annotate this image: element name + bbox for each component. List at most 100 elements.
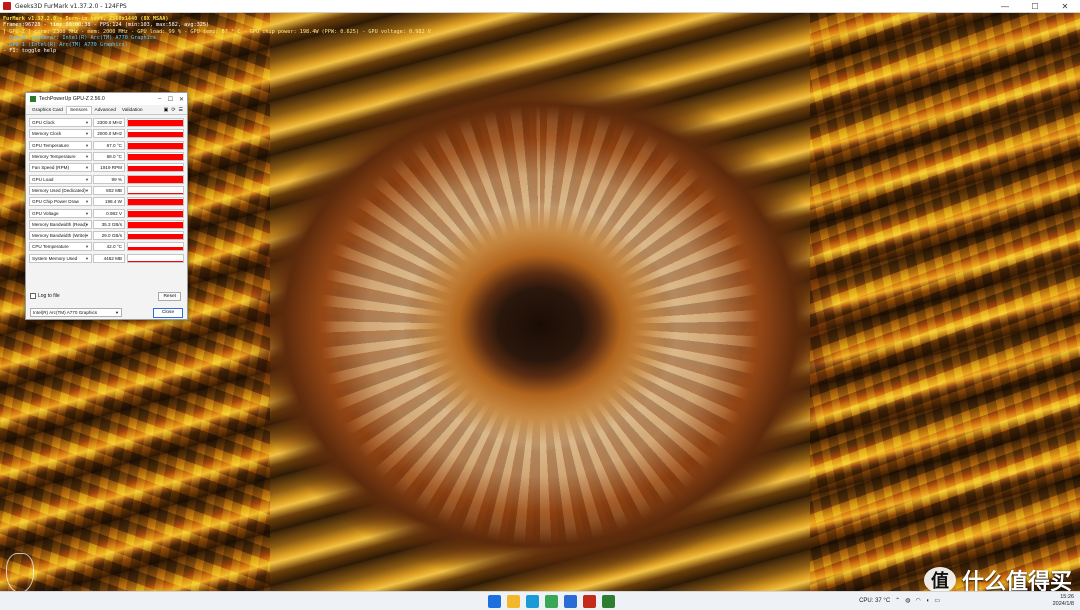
sensor-row: GPU Chip Power Draw ▼ 198.4 W [29, 196, 184, 207]
adapter-select[interactable]: Intel(R) Arc(TM) A770 Graphics ▼ [30, 308, 122, 317]
store-icon[interactable] [564, 595, 577, 608]
reset-button[interactable]: Reset [158, 291, 181, 301]
gpuz-title: TechPowerUp GPU-Z 2.56.0 [39, 96, 105, 102]
sensor-name-label: CPU Temperature [32, 244, 69, 250]
sensor-name-label: System Memory Used [32, 255, 78, 261]
sensor-graph [127, 152, 184, 162]
refresh-icon[interactable]: ⟳ [171, 107, 175, 113]
chrome-icon[interactable] [545, 595, 558, 608]
sensor-value: 2000.0 MHz [93, 129, 125, 139]
tab-sensors[interactable]: Sensors [65, 106, 92, 114]
sensor-row: GPU Temperature ▼ 67.0 °C [29, 140, 184, 151]
sensor-graph-fill [128, 119, 183, 127]
sensor-name[interactable]: Memory Used (Dedicated) ▼ [29, 185, 92, 195]
sensor-graph [127, 219, 184, 229]
chevron-down-icon: ▼ [85, 233, 89, 239]
sensor-name[interactable]: Memory Bandwidth (Write) ▼ [29, 231, 92, 241]
tab-advanced[interactable]: Advanced [92, 107, 119, 114]
sensor-graph [127, 118, 184, 128]
chevron-down-icon: ▼ [85, 244, 89, 250]
sensor-graph-fill [128, 176, 183, 183]
sensor-name[interactable]: Memory Clock ▼ [29, 129, 92, 139]
edge-icon[interactable] [526, 595, 539, 608]
sensor-graph [127, 231, 184, 241]
chevron-down-icon: ▼ [85, 165, 89, 171]
sensor-name[interactable]: System Memory Used ▼ [29, 253, 92, 263]
sensor-value: 68.0 °C [93, 152, 125, 162]
sensor-graph [127, 140, 184, 150]
sensor-name[interactable]: Fan Speed (RPM) ▼ [29, 163, 92, 173]
gpuz-app-icon [30, 96, 36, 102]
gpuz-close-button[interactable]: ✕ [176, 96, 187, 103]
sensor-graph [127, 174, 184, 184]
gpuz-tabs: Graphics Card Sensors Advanced Validatio… [26, 105, 187, 115]
sensor-row: GPU Clock ▼ 2300.0 MHz [29, 117, 184, 128]
iris-texture [240, 25, 840, 591]
sensor-row: Memory Clock ▼ 2000.0 MHz [29, 128, 184, 139]
sensor-name[interactable]: CPU Temperature ▼ [29, 242, 92, 252]
clock[interactable]: 15:26 2024/1/8 [1053, 594, 1074, 608]
wifi-icon[interactable]: ◠ [915, 597, 920, 604]
sensor-name[interactable]: Memory Bandwidth (Read) ▼ [29, 219, 92, 229]
close-button[interactable]: ✕ [1050, 2, 1080, 11]
chevron-down-icon: ▼ [85, 131, 89, 137]
window-title: Geeks3D FurMark v1.37.2.0 - 124FPS [15, 2, 127, 10]
sensor-graph [127, 208, 184, 218]
tab-graphics-card[interactable]: Graphics Card [29, 107, 66, 114]
gpuz-minimize-button[interactable]: – [154, 96, 165, 102]
sensor-graph-fill [128, 211, 183, 217]
sensor-name[interactable]: GPU Load ▼ [29, 174, 92, 184]
sensor-graph [127, 185, 184, 195]
sensor-graph-fill [128, 233, 183, 240]
gpuz-bottom-bar: Intel(R) Arc(TM) A770 Graphics ▼ Close [30, 308, 183, 318]
tab-validation[interactable]: Validation [119, 107, 146, 114]
sensor-graph [127, 253, 184, 263]
sensor-graph [127, 197, 184, 207]
sensor-graph-fill [128, 154, 183, 161]
battery-icon[interactable]: ▭ [934, 597, 940, 604]
sensor-row: System Memory Used ▼ 4462 MB [29, 253, 184, 264]
gpuz-maximize-button[interactable]: ☐ [165, 96, 176, 103]
sensor-name[interactable]: GPU Chip Power Draw ▼ [29, 197, 92, 207]
sensor-name-label: Memory Bandwidth (Write) [32, 233, 87, 239]
minimize-button[interactable]: — [990, 2, 1020, 11]
file-explorer-icon[interactable] [507, 595, 520, 608]
chevron-down-icon: ▼ [85, 221, 89, 227]
start-icon[interactable] [488, 595, 501, 608]
sensor-value: 2300.0 MHz [93, 118, 125, 128]
furmark-app-icon [3, 2, 11, 10]
sensor-name[interactable]: GPU Temperature ▼ [29, 140, 92, 150]
chevron-down-icon: ▼ [85, 154, 89, 160]
sensor-name[interactable]: Memory Temperature ▼ [29, 152, 92, 162]
log-to-file-checkbox[interactable] [30, 293, 36, 299]
sensor-graph-fill [128, 199, 183, 206]
sensor-name[interactable]: GPU Voltage ▼ [29, 208, 92, 218]
sensor-value: 4462 MB [93, 253, 125, 263]
sensor-row: Memory Temperature ▼ 68.0 °C [29, 151, 184, 162]
camera-icon[interactable]: ▣ [164, 107, 169, 113]
gpuz-close-dialog-button[interactable]: Close [153, 308, 183, 318]
menu-icon[interactable]: ☰ [179, 107, 183, 113]
sensor-name[interactable]: GPU Clock ▼ [29, 118, 92, 128]
sensor-row: CPU Temperature ▼ 42.0 °C [29, 241, 184, 252]
furmark-titlebar: Geeks3D FurMark v1.37.2.0 - 124FPS — ☐ ✕ [0, 0, 1080, 13]
chevron-down-icon: ▼ [85, 142, 89, 148]
adapter-select-value: Intel(R) Arc(TM) A770 Graphics [33, 310, 98, 315]
volume-icon[interactable]: ◖ [926, 598, 930, 604]
clock-date: 2024/1/8 [1052, 601, 1074, 607]
chevron-down-icon: ▼ [85, 255, 89, 261]
sensor-list: GPU Clock ▼ 2300.0 MHz Memory Clock ▼ 2000.0 … [26, 115, 187, 264]
gpuz-titlebar: TechPowerUp GPU-Z 2.56.0 – ☐ ✕ [26, 93, 187, 105]
gpuz-icon[interactable] [602, 595, 615, 608]
taskbar-apps [488, 595, 615, 608]
background-tiles-right [810, 13, 1080, 591]
furmark-icon[interactable] [583, 595, 596, 608]
chevron-up-icon[interactable]: ⌃ [895, 597, 900, 604]
sensor-graph-fill [128, 221, 183, 228]
sensor-graph [127, 163, 184, 173]
sensor-name-label: GPU Temperature [32, 142, 69, 148]
chevron-down-icon: ▼ [85, 120, 89, 126]
sensor-graph [127, 129, 184, 139]
maximize-button[interactable]: ☐ [1020, 2, 1050, 11]
network-icon[interactable]: ◍ [905, 597, 910, 604]
